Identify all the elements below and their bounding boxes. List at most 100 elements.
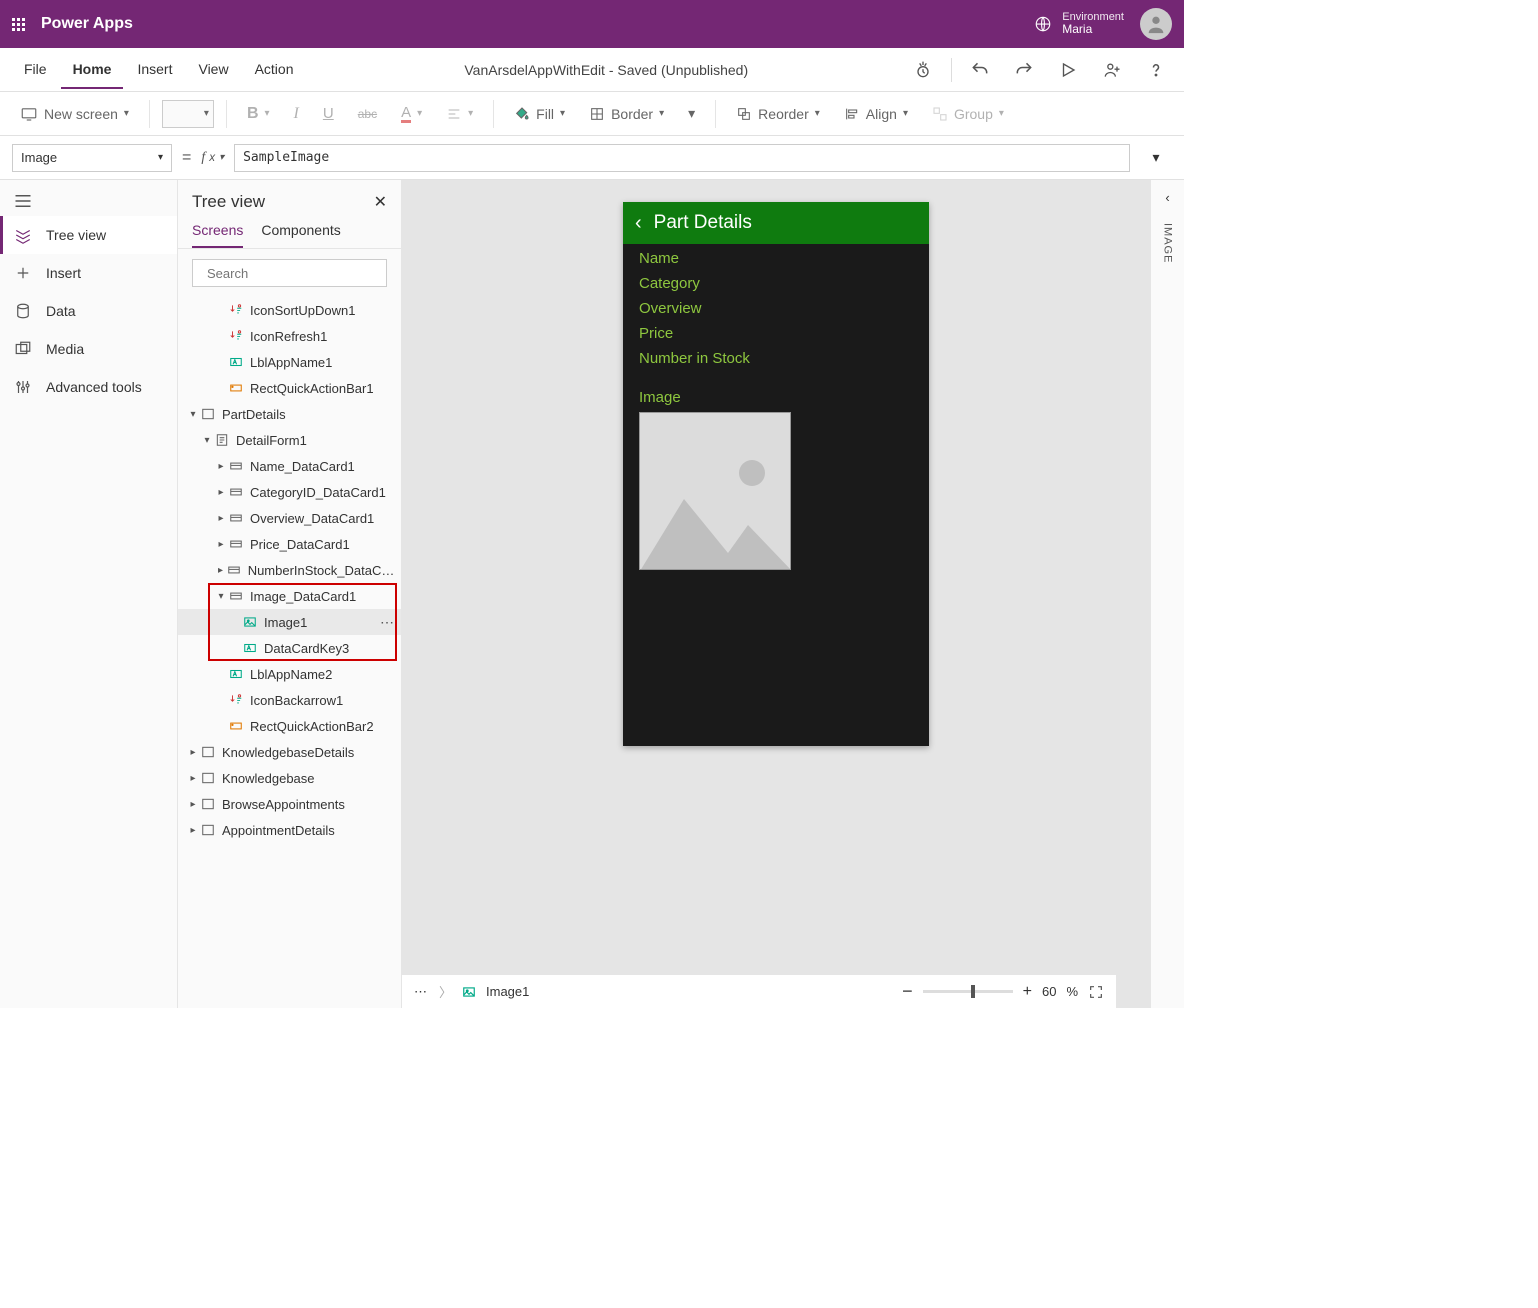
help-button[interactable] <box>1140 54 1172 86</box>
expand-icon[interactable]: ▸ <box>214 487 228 498</box>
brand-title: Power Apps <box>41 15 133 33</box>
underline-button[interactable]: U <box>315 101 342 126</box>
tree-item-PartDetails[interactable]: ▾PartDetails <box>178 401 401 427</box>
play-button[interactable] <box>1052 54 1084 86</box>
chevron-down-icon: ▾ <box>158 152 163 163</box>
expand-formula-button[interactable]: ▾ <box>1140 142 1172 174</box>
expand-icon[interactable]: ▸ <box>214 539 228 550</box>
tree-item-RectQuickActionBar1[interactable]: RectQuickActionBar1 <box>178 375 401 401</box>
expand-properties-button[interactable]: ‹ <box>1165 190 1169 205</box>
collapse-icon[interactable]: ▾ <box>186 409 200 420</box>
breadcrumb-more-button[interactable]: ⋯ <box>414 984 429 1000</box>
tree-item-LblAppName2[interactable]: LblAppName2 <box>178 661 401 687</box>
tree-item-DetailForm1[interactable]: ▾DetailForm1 <box>178 427 401 453</box>
expand-icon[interactable]: ▸ <box>214 461 228 472</box>
app-checker-icon[interactable] <box>907 54 939 86</box>
tree-item-CategoryID_DataCard1[interactable]: ▸CategoryID_DataCard1 <box>178 479 401 505</box>
rail-tree-view[interactable]: Tree view <box>0 216 177 254</box>
tree-tab-screens[interactable]: Screens <box>192 222 243 248</box>
text-align-button[interactable]: ▾ <box>438 102 481 126</box>
expand-icon[interactable]: ▸ <box>214 513 228 524</box>
fill-button[interactable]: Fill▾ <box>506 102 573 126</box>
zoom-in-button[interactable]: + <box>1023 983 1032 1001</box>
menu-action[interactable]: Action <box>243 51 306 89</box>
rail-insert[interactable]: Insert <box>0 254 177 292</box>
align-button[interactable]: Align▾ <box>836 102 916 126</box>
collapse-icon[interactable]: ▾ <box>214 591 228 602</box>
field-label-number-in-stock[interactable]: Number in Stock <box>623 344 929 369</box>
border-button[interactable]: Border▾ <box>581 102 672 126</box>
tree-item-KnowledgebaseDetails[interactable]: ▸KnowledgebaseDetails <box>178 739 401 765</box>
tree-item-Overview_DataCard1[interactable]: ▸Overview_DataCard1 <box>178 505 401 531</box>
expand-icon[interactable]: ▸ <box>214 565 227 576</box>
breadcrumb-current[interactable]: Image1 <box>486 984 529 999</box>
screen-icon <box>200 796 216 812</box>
tree-item-AppointmentDetails[interactable]: ▸AppointmentDetails <box>178 817 401 843</box>
rail-media[interactable]: Media <box>0 330 177 368</box>
formula-input[interactable]: SampleImage <box>234 144 1130 172</box>
strikethrough-button[interactable]: abc <box>350 103 385 125</box>
expand-icon[interactable]: ▸ <box>186 799 200 810</box>
environment-picker[interactable]: Environment Maria <box>1034 11 1124 36</box>
collapse-icon[interactable]: ▾ <box>200 435 214 446</box>
tree-item-Image1[interactable]: Image1⋯ <box>178 609 401 635</box>
canvas-area[interactable]: ‹ Part Details NameCategoryOverviewPrice… <box>402 180 1150 1008</box>
properties-panel-label: IMAGE <box>1162 223 1174 263</box>
close-panel-button[interactable]: ✕ <box>374 192 387 212</box>
more-options-button[interactable]: ⋯ <box>380 614 395 631</box>
expand-icon[interactable]: ▸ <box>186 773 200 784</box>
tree-item-BrowseAppointments[interactable]: ▸BrowseAppointments <box>178 791 401 817</box>
tree-item-RectQuickActionBar2[interactable]: RectQuickActionBar2 <box>178 713 401 739</box>
fit-screen-button[interactable] <box>1088 984 1104 1000</box>
screen-title: Part Details <box>654 212 752 234</box>
zoom-slider[interactable] <box>923 990 1013 993</box>
tree-item-IconRefresh1[interactable]: IconRefresh1 <box>178 323 401 349</box>
menu-home[interactable]: Home <box>61 51 124 89</box>
more-formatting-button[interactable]: ▾ <box>680 101 703 126</box>
fx-button[interactable]: fx▾ <box>201 150 224 166</box>
undo-button[interactable] <box>964 54 996 86</box>
tree-item-Image_DataCard1[interactable]: ▾Image_DataCard1 <box>178 583 401 609</box>
user-avatar[interactable] <box>1140 8 1172 40</box>
expand-icon[interactable]: ▸ <box>186 825 200 836</box>
tree-item-NumberInStock_DataCard1[interactable]: ▸NumberInStock_DataCard1 <box>178 557 401 583</box>
redo-button[interactable] <box>1008 54 1040 86</box>
properties-panel-collapsed[interactable]: ‹ IMAGE <box>1150 180 1184 1008</box>
field-label-overview[interactable]: Overview <box>623 294 929 319</box>
image-placeholder[interactable] <box>639 412 791 570</box>
italic-button[interactable]: I <box>286 101 307 127</box>
zoom-out-button[interactable]: − <box>902 981 913 1002</box>
tree-search-input[interactable] <box>192 259 387 287</box>
app-launcher-icon[interactable] <box>12 18 25 31</box>
bold-button[interactable]: B▾ <box>239 101 278 127</box>
group-button[interactable]: Group▾ <box>924 102 1012 126</box>
tree-item-Price_DataCard1[interactable]: ▸Price_DataCard1 <box>178 531 401 557</box>
reorder-button[interactable]: Reorder▾ <box>728 102 828 126</box>
phone-canvas[interactable]: ‹ Part Details NameCategoryOverviewPrice… <box>623 202 929 746</box>
property-select[interactable]: Image ▾ <box>12 144 172 172</box>
field-label-category[interactable]: Category <box>623 269 929 294</box>
share-button[interactable] <box>1096 54 1128 86</box>
field-label-image[interactable]: Image <box>623 383 929 408</box>
field-label-name[interactable]: Name <box>623 244 929 269</box>
tree-item-LblAppName1[interactable]: LblAppName1 <box>178 349 401 375</box>
rail-toggle-button[interactable] <box>0 186 177 216</box>
font-select[interactable]: ▾ <box>162 100 214 128</box>
tree-item-Knowledgebase[interactable]: ▸Knowledgebase <box>178 765 401 791</box>
back-arrow-icon[interactable]: ‹ <box>635 212 642 235</box>
rail-advanced-tools[interactable]: Advanced tools <box>0 368 177 406</box>
tree-item-Name_DataCard1[interactable]: ▸Name_DataCard1 <box>178 453 401 479</box>
tree-item-DataCardKey3[interactable]: DataCardKey3 <box>178 635 401 661</box>
expand-icon[interactable]: ▸ <box>186 747 200 758</box>
menu-file[interactable]: File <box>12 51 59 89</box>
menu-insert[interactable]: Insert <box>125 51 184 89</box>
font-color-button[interactable]: A▾ <box>393 101 430 127</box>
menu-view[interactable]: View <box>186 51 240 89</box>
tree-item-IconBackarrow1[interactable]: IconBackarrow1 <box>178 687 401 713</box>
fill-icon <box>514 106 530 122</box>
tree-item-IconSortUpDown1[interactable]: IconSortUpDown1 <box>178 297 401 323</box>
field-label-price[interactable]: Price <box>623 319 929 344</box>
new-screen-button[interactable]: New screen ▾ <box>12 101 137 127</box>
rail-data[interactable]: Data <box>0 292 177 330</box>
tree-tab-components[interactable]: Components <box>261 222 340 248</box>
